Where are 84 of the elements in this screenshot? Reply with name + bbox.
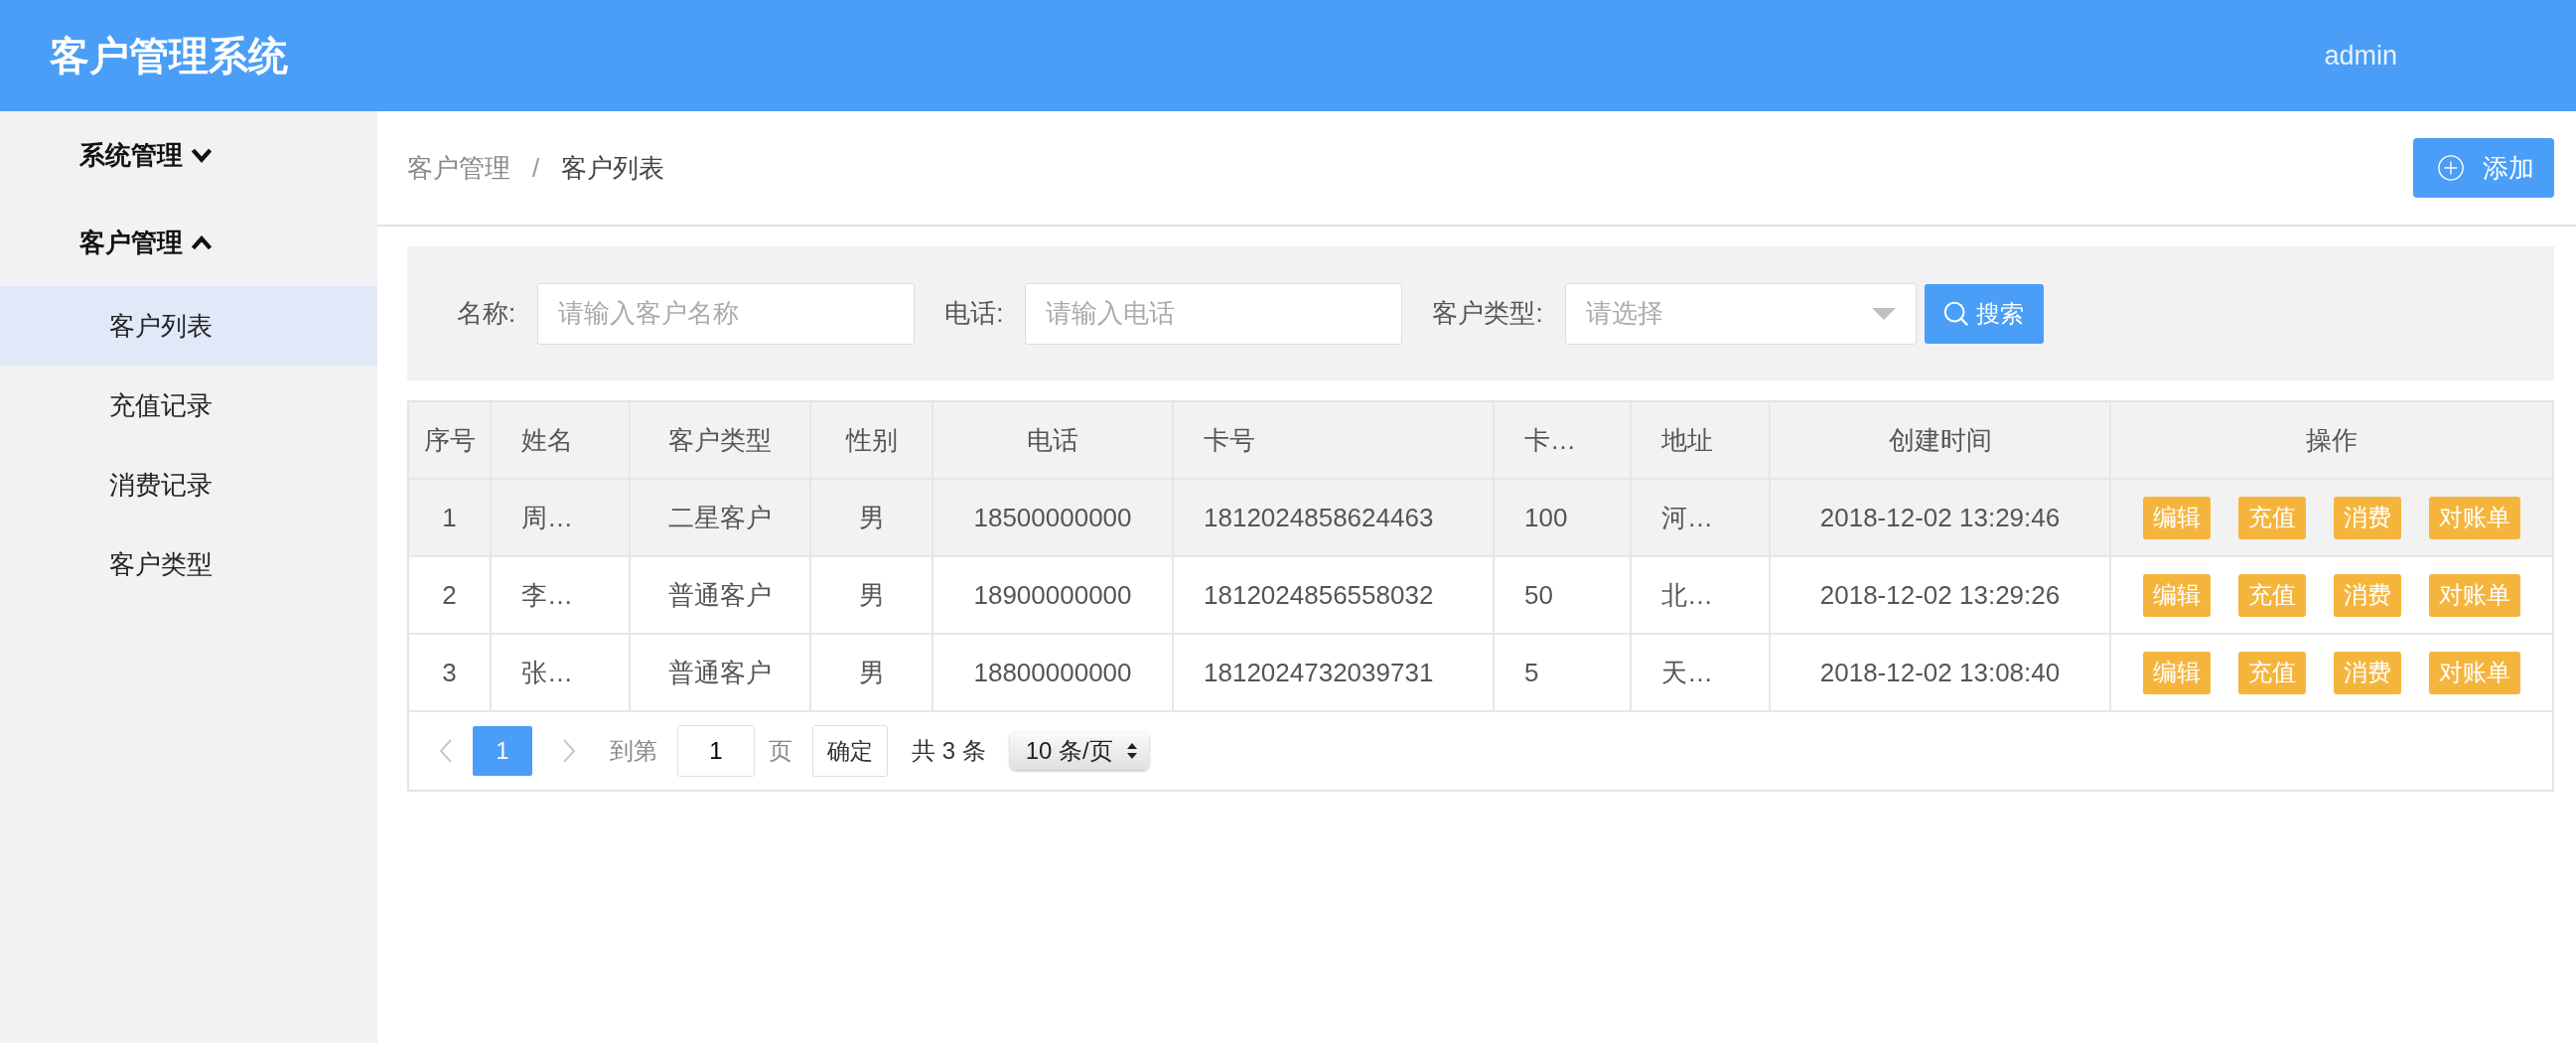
action-button[interactable]: 对账单 [2429, 651, 2520, 694]
table-cell: 男 [811, 635, 933, 710]
table-cell: 北… [1632, 557, 1771, 633]
search-button[interactable]: 搜索 [1924, 283, 2044, 344]
action-button[interactable]: 充值 [2238, 651, 2306, 694]
table-cell: 李… [492, 557, 631, 633]
field-label: 电话: [944, 297, 1004, 330]
table-cell: 100 [1495, 480, 1632, 555]
column-header: 序号 [409, 402, 492, 478]
table-cell: 普通客户 [631, 635, 811, 710]
chevron-icon [191, 147, 213, 163]
sort-arrows-icon [1126, 742, 1137, 760]
page-size-select[interactable]: 10 条/页 [1009, 732, 1149, 770]
table-cell: 2 [409, 557, 492, 633]
action-button[interactable]: 对账单 [2429, 496, 2520, 539]
column-header: 客户类型 [631, 402, 811, 478]
column-header: 创建时间 [1771, 402, 2111, 478]
table-row[interactable]: 2 李… 普通客户 男 18900000000 1812024856558032 50 北… 2018-12-02 13:29:26 编辑 充值 消费 对账单 [409, 557, 2552, 635]
column-header: 性别 [811, 402, 933, 478]
page-number-field[interactable]: 1 [677, 725, 755, 777]
action-button[interactable]: 编辑 [2143, 651, 2211, 694]
table-cell: 3 [409, 635, 492, 710]
table-cell: 50 [1495, 557, 1632, 633]
action-button[interactable]: 消费 [2334, 651, 2401, 694]
goto-label: 到第 [610, 736, 657, 766]
menu-group[interactable]: 客户管理 [0, 199, 377, 286]
menu-item[interactable]: 消费记录 [0, 445, 377, 524]
page-unit-label: 页 [769, 736, 792, 766]
table-cell: 天… [1632, 635, 1771, 710]
table-cell: 二星客户 [631, 480, 811, 555]
table-cell: 2018-12-02 13:29:26 [1771, 557, 2111, 633]
action-button[interactable]: 消费 [2334, 496, 2401, 539]
breadcrumb-item: 客户列表 [561, 151, 665, 185]
chevron-icon [191, 234, 213, 250]
table-cell: 1 [409, 480, 492, 555]
action-button[interactable]: 对账单 [2429, 573, 2520, 617]
plus-circle-icon [2437, 154, 2465, 182]
menu-item[interactable]: 充值记录 [0, 366, 377, 445]
add-button[interactable]: 添加 [2413, 138, 2554, 198]
table-cell: 1812024732039731 [1174, 635, 1495, 710]
field-label: 客户类型: [1432, 297, 1543, 330]
text-input-field[interactable]: 请输入客户名称 [537, 282, 916, 345]
column-header: 电话 [933, 402, 1174, 478]
table-cell: 2018-12-02 13:08:40 [1771, 635, 2111, 710]
total-count: 共 3 条 [912, 736, 986, 766]
column-header: 地址 [1632, 402, 1771, 478]
table-cell: 男 [811, 557, 933, 633]
table-cell: 河… [1632, 480, 1771, 555]
app-title: 客户管理系统 [50, 32, 288, 79]
table-cell: 18900000000 [933, 557, 1174, 633]
table-cell: 1812024858624463 [1174, 480, 1495, 555]
table-row[interactable]: 1 周… 二星客户 男 18500000000 1812024858624463 100 河… 2018-12-02 13:29:46 编辑 充值 消费 对账单 [409, 480, 2552, 557]
action-button[interactable]: 编辑 [2143, 496, 2211, 539]
user-name[interactable]: admin [2324, 40, 2397, 72]
page-button[interactable]: 1 [473, 726, 532, 776]
select-field[interactable]: 请选择 [1564, 282, 1917, 345]
breadcrumb-separator: / [532, 152, 540, 184]
column-header: 操作 [2305, 423, 2359, 457]
table-cell: 男 [811, 480, 933, 555]
table-cell: 1812024856558032 [1174, 557, 1495, 633]
field-label: 名称: [457, 297, 516, 330]
column-header: 卡… [1495, 402, 1632, 478]
column-header: 卡号 [1174, 402, 1495, 478]
table-cell: 18800000000 [933, 635, 1174, 710]
action-button[interactable]: 充值 [2238, 496, 2306, 539]
menu-item[interactable]: 客户类型 [0, 524, 377, 604]
action-button[interactable]: 充值 [2238, 573, 2306, 617]
menu-group[interactable]: 系统管理 [0, 111, 377, 199]
action-button[interactable]: 编辑 [2143, 573, 2211, 617]
table-cell: 普通客户 [631, 557, 811, 633]
action-button[interactable]: 消费 [2334, 573, 2401, 617]
table-cell: 5 [1495, 635, 1632, 710]
table-cell: 张… [492, 635, 631, 710]
text-input-field[interactable]: 请输入电话 [1025, 282, 1403, 345]
breadcrumb-item[interactable]: 客户管理 [407, 150, 510, 186]
column-header: 姓名 [492, 402, 631, 478]
confirm-button[interactable]: 确定 [812, 725, 888, 777]
table-cell: 18500000000 [933, 480, 1174, 555]
menu-item[interactable]: 客户列表 [0, 286, 377, 366]
table-cell: 周… [492, 480, 631, 555]
table-row[interactable]: 3 张… 普通客户 男 18800000000 1812024732039731 5 天… 2018-12-02 13:08:40 编辑 充值 消费 对账单 [409, 635, 2552, 712]
search-icon [1941, 299, 1970, 328]
dropdown-triangle-icon [1871, 307, 1896, 320]
table-cell: 2018-12-02 13:29:46 [1771, 480, 2111, 555]
